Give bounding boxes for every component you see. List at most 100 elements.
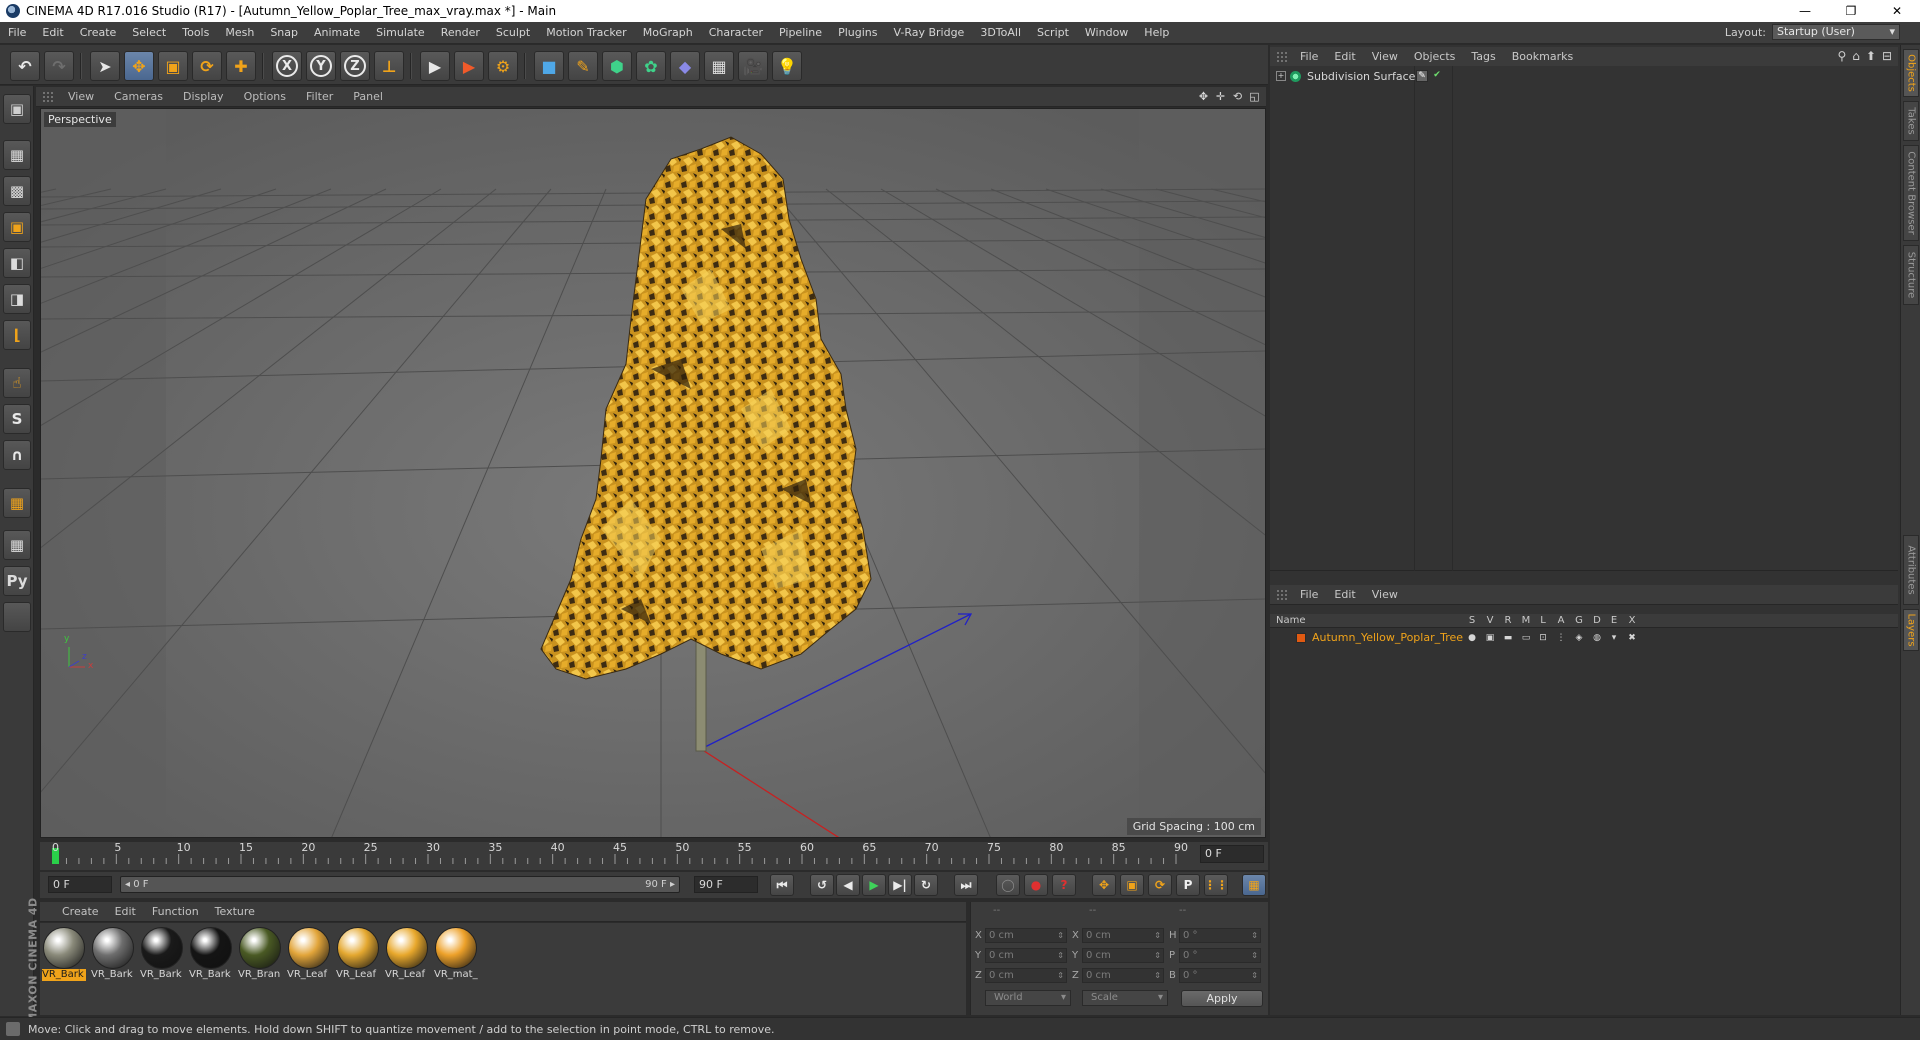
object-menu-view[interactable]: View — [1364, 50, 1406, 63]
menu-mesh[interactable]: Mesh — [217, 26, 262, 39]
tab-structure[interactable]: Structure — [1903, 245, 1919, 305]
object-row-subdivision-surface[interactable]: + Subdivision Surface ✎ ✔ — [1270, 68, 1898, 84]
tab-objects[interactable]: Objects — [1903, 49, 1919, 97]
size-x-field[interactable]: 0 cm — [1082, 928, 1164, 943]
live-selection-button[interactable]: ➤ — [90, 51, 120, 81]
play-button[interactable]: ▶ — [862, 874, 886, 896]
go-to-end-button[interactable]: ⏭ — [954, 874, 978, 896]
texture-mode-button[interactable]: ▩ — [3, 176, 31, 206]
viewport-menu-filter[interactable]: Filter — [296, 90, 343, 103]
viewport-menu-options[interactable]: Options — [234, 90, 296, 103]
object-tag-icon[interactable]: ✎ — [1416, 70, 1428, 82]
layer-menu-view[interactable]: View — [1364, 588, 1406, 601]
add-light-button[interactable]: 💡 — [772, 51, 802, 81]
layer-menu-edit[interactable]: Edit — [1326, 588, 1363, 601]
menu-render[interactable]: Render — [433, 26, 488, 39]
manager-toggle-icon[interactable]: ▭ — [1521, 633, 1531, 643]
material-swatch[interactable]: VR_Leaf — [287, 927, 331, 983]
workplane-mode-button[interactable]: ▣ — [3, 212, 31, 242]
maximize-button[interactable]: ❐ — [1828, 0, 1874, 22]
layout-dropdown[interactable]: Startup (User) — [1772, 24, 1900, 40]
next-frame-button[interactable]: ▶| — [888, 874, 912, 896]
material-swatch[interactable]: VR_Bark — [189, 927, 233, 983]
apply-button[interactable]: Apply — [1181, 990, 1263, 1007]
menu-animate[interactable]: Animate — [306, 26, 368, 39]
menu-tools[interactable]: Tools — [174, 26, 217, 39]
material-swatch[interactable]: VR_Leaf — [336, 927, 380, 983]
enabled-check-icon[interactable]: ✔ — [1431, 70, 1443, 82]
move-tool-button[interactable]: ✥ — [124, 51, 154, 81]
size-z-field[interactable]: 0 cm — [1082, 968, 1164, 983]
previous-frame-button[interactable]: ◀ — [836, 874, 860, 896]
key-position-button[interactable]: ✥ — [1092, 874, 1116, 896]
tab-layers[interactable]: Layers — [1903, 609, 1919, 651]
viewport-menu-view[interactable]: View — [58, 90, 104, 103]
material-menu-function[interactable]: Function — [144, 905, 207, 918]
layer-row-autumn-yellow-poplar-tree[interactable]: Autumn_Yellow_Poplar_Tree ● ▣ ▬ ▭ ⊡ ⋮ ◈ … — [1270, 630, 1898, 646]
expression-toggle-icon[interactable]: ▾ — [1609, 633, 1619, 643]
object-list[interactable]: + Subdivision Surface ✎ ✔ — [1270, 66, 1898, 571]
edges-mode-button[interactable]: ◨ — [3, 284, 31, 314]
material-swatch[interactable]: VR_Leaf — [385, 927, 429, 983]
python-button[interactable] — [3, 602, 31, 632]
preview-range-slider[interactable]: ◂ 0 F 90 F ▸ — [120, 876, 680, 893]
key-rotation-button[interactable]: ⟳ — [1148, 874, 1172, 896]
add-cloner-button[interactable]: ✿ — [636, 51, 666, 81]
viewport-menu-cameras[interactable]: Cameras — [104, 90, 173, 103]
add-spline-pen-button[interactable]: ✎ — [568, 51, 598, 81]
add-camera-button[interactable]: 🎥 — [738, 51, 768, 81]
timeline-window-button[interactable]: ▦ — [1242, 874, 1266, 896]
toggle-layout-icon[interactable]: ◱ — [1247, 89, 1262, 104]
pan-view-icon[interactable]: ✥ — [1196, 89, 1211, 104]
menu-edit[interactable]: Edit — [34, 26, 71, 39]
viewport-menu-panel[interactable]: Panel — [343, 90, 393, 103]
search-icon[interactable]: ⚲ — [1837, 49, 1846, 63]
next-key-button[interactable]: ↻ — [914, 874, 938, 896]
polygons-mode-button[interactable]: ⌊ — [3, 320, 31, 350]
material-swatch[interactable]: VR_Bark — [91, 927, 135, 983]
material-swatch[interactable]: VR_mat_ — [434, 927, 478, 983]
render-toggle-icon[interactable]: ▬ — [1503, 633, 1513, 643]
key-scale-button[interactable]: ▣ — [1120, 874, 1144, 896]
current-frame-field[interactable]: 0 F — [1200, 845, 1264, 863]
record-keys-button[interactable]: ◯ — [996, 874, 1020, 896]
material-menu-texture[interactable]: Texture — [207, 905, 263, 918]
menu-select[interactable]: Select — [124, 26, 174, 39]
start-frame-field[interactable]: 0 F — [48, 876, 112, 893]
tweak-mode-button[interactable]: S — [3, 404, 31, 434]
y-axis-lock-button[interactable]: Y — [306, 51, 336, 81]
last-tool-button[interactable]: ✚ — [226, 51, 256, 81]
size-y-field[interactable]: 0 cm — [1082, 948, 1164, 963]
visibility-toggle-icon[interactable]: ▣ — [1485, 633, 1495, 643]
layer-color-swatch[interactable] — [1296, 633, 1306, 643]
menu-simulate[interactable]: Simulate — [368, 26, 433, 39]
material-menu-edit[interactable]: Edit — [107, 905, 144, 918]
key-pla-button[interactable]: ⋮⋮ — [1204, 874, 1228, 896]
rot-h-field[interactable]: 0 ° — [1179, 928, 1261, 943]
material-menu-create[interactable]: Create — [54, 905, 107, 918]
menu-sculpt[interactable]: Sculpt — [488, 26, 538, 39]
axis-mode-button[interactable]: ☝ — [3, 368, 31, 398]
rot-b-field[interactable]: 0 ° — [1179, 968, 1261, 983]
pos-x-field[interactable]: 0 cm — [985, 928, 1067, 943]
points-mode-button[interactable]: ◧ — [3, 248, 31, 278]
end-frame-field[interactable]: 90 F — [694, 876, 758, 893]
menu-window[interactable]: Window — [1077, 26, 1136, 39]
coordinate-system-button[interactable]: ⊥ — [374, 51, 404, 81]
add-cube-button[interactable]: ■ — [534, 51, 564, 81]
pos-z-field[interactable]: 0 cm — [985, 968, 1067, 983]
viewport-menu-display[interactable]: Display — [173, 90, 234, 103]
orbit-view-icon[interactable]: ⟲ — [1230, 89, 1245, 104]
menu-plugins[interactable]: Plugins — [830, 26, 885, 39]
object-name[interactable]: Subdivision Surface — [1307, 70, 1415, 83]
tab-content-browser[interactable]: Content Browser — [1903, 145, 1919, 241]
menu-help[interactable]: Help — [1136, 26, 1177, 39]
tab-attributes[interactable]: Attributes — [1903, 535, 1919, 605]
object-menu-tags[interactable]: Tags — [1463, 50, 1503, 63]
object-menu-file[interactable]: File — [1292, 50, 1326, 63]
expand-toggle[interactable]: + — [1276, 71, 1286, 81]
layer-menu-file[interactable]: File — [1292, 588, 1326, 601]
menu-file[interactable]: File — [0, 26, 34, 39]
key-parameter-button[interactable]: P — [1176, 874, 1200, 896]
workplane-lock-button[interactable]: ▦ — [3, 530, 31, 560]
